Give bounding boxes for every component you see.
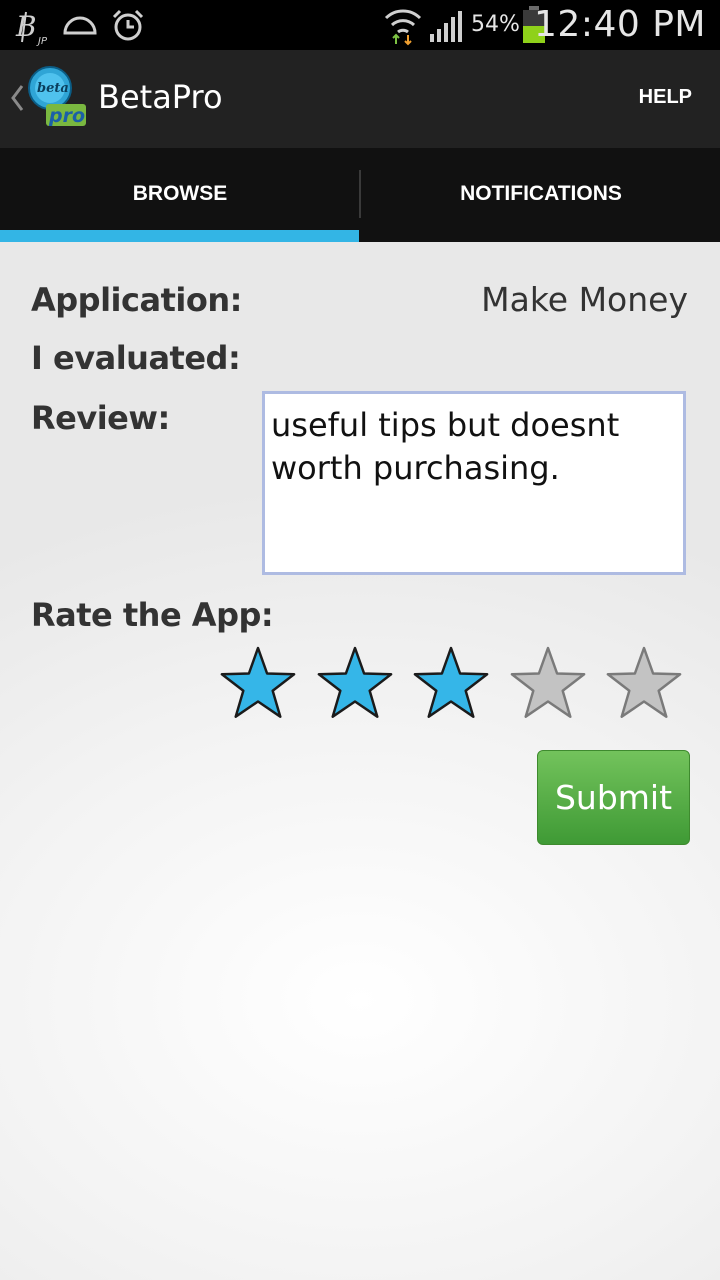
action-bar: beta pro BetaPro HELP: [0, 50, 720, 148]
rate-label: Rate the App:: [31, 596, 274, 634]
help-button[interactable]: HELP: [639, 86, 692, 109]
bitcoin-jp-icon: B JP: [15, 10, 48, 46]
status-bar: B JP 54% 12:40 PM: [0, 0, 720, 50]
battery-percent: 54%: [471, 12, 520, 37]
back-chevron-icon[interactable]: [8, 78, 26, 118]
tab-notifications-label: NOTIFICATIONS: [460, 182, 622, 205]
clock: 12:40 PM: [534, 4, 706, 45]
star-filled-icon[interactable]: [216, 644, 300, 724]
cloud-icon: [63, 16, 97, 35]
tab-selected-indicator: [0, 230, 359, 242]
review-text: useful tips but doesnt worth purchasing.: [271, 406, 620, 487]
application-label: Application:: [31, 281, 242, 319]
tab-browse[interactable]: BROWSE: [0, 148, 360, 242]
tab-browse-label: BROWSE: [132, 182, 228, 205]
alarm-clock-icon: [112, 9, 144, 41]
signal-icon: [430, 11, 462, 42]
logo-pro-text: pro: [48, 105, 85, 127]
wifi-icon: [384, 9, 422, 46]
application-value: Make Money: [481, 280, 688, 319]
star-empty-icon[interactable]: [602, 644, 686, 724]
tab-bar: BROWSE NOTIFICATIONS: [0, 148, 720, 242]
star-filled-icon[interactable]: [409, 644, 493, 724]
app-logo-icon[interactable]: beta pro: [26, 64, 90, 130]
review-label: Review:: [31, 399, 170, 437]
review-input[interactable]: useful tips but doesnt worth purchasing.: [262, 391, 686, 575]
evaluated-label: I evaluated:: [31, 339, 241, 377]
star-filled-icon[interactable]: [313, 644, 397, 724]
star-empty-icon[interactable]: [506, 644, 590, 724]
app-title: BetaPro: [98, 78, 223, 116]
logo-beta-text: beta: [37, 81, 69, 96]
tab-notifications[interactable]: NOTIFICATIONS: [361, 148, 720, 242]
submit-button[interactable]: Submit: [537, 750, 690, 845]
svg-text:JP: JP: [36, 36, 48, 46]
